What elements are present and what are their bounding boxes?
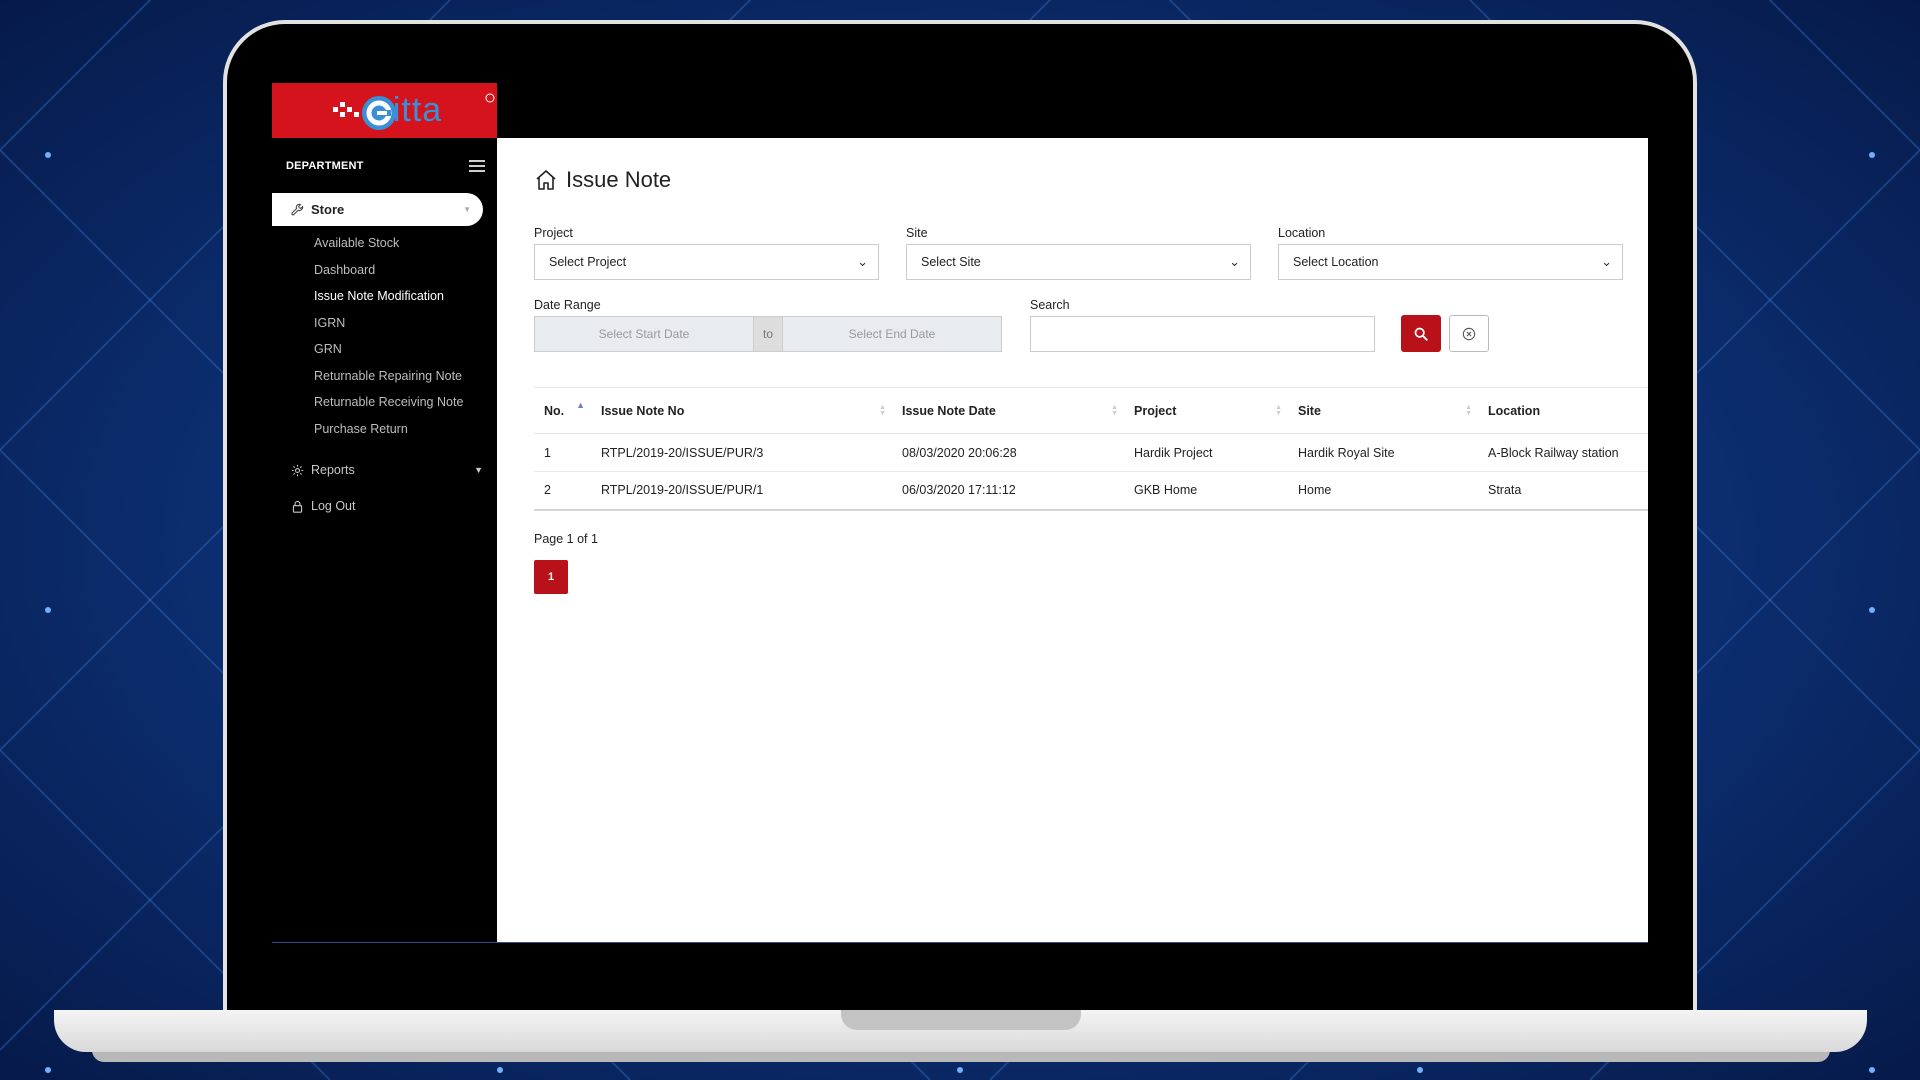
logo-text: itta (392, 91, 443, 129)
home-icon (536, 170, 556, 190)
table-header-row: No. ▲ Issue Note No ▲ ▼ Issue Note Date ▲… (534, 387, 1648, 434)
column-header-label: Location (1488, 403, 1541, 418)
column-header-site[interactable]: Site ▲ ▼ (1288, 387, 1478, 434)
end-date-input[interactable]: Select End Date (783, 317, 1001, 351)
sidebar-item-igrn[interactable]: IGRN (272, 310, 497, 337)
sort-icon: ▲ ▼ (1275, 403, 1282, 417)
table-row[interactable]: 2 RTPL/2019-20/ISSUE/PUR/1 06/03/2020 17… (534, 471, 1648, 511)
table-cell: GKB Home (1124, 471, 1288, 511)
table-row[interactable]: 1 RTPL/2019-20/ISSUE/PUR/3 08/03/2020 20… (534, 433, 1648, 472)
chevron-down-icon: ⌄ (1229, 254, 1240, 269)
sidebar-item-available-stock[interactable]: Available Stock (272, 230, 497, 257)
table-cell: 1 (534, 433, 591, 472)
page-header: Issue Note (534, 167, 671, 193)
table-cell: 08/03/2020 20:06:28 (892, 433, 1124, 472)
pagination-page-button[interactable]: 1 (534, 560, 568, 594)
sidebar-item-purchase-return[interactable]: Purchase Return (272, 416, 497, 443)
column-header-label: Issue Note No (601, 403, 685, 418)
column-header-label: Site (1298, 403, 1321, 418)
table-cell: RTPL/2019-20/ISSUE/PUR/1 (591, 471, 892, 511)
search-button[interactable] (1401, 315, 1441, 352)
table-cell: A-Block Railway station (1478, 433, 1648, 472)
pagination-info: Page 1 of 1 (534, 532, 598, 546)
sidebar-item-store-label: Store (311, 202, 345, 217)
column-header-label: Project (1134, 403, 1177, 418)
table-cell: Strata (1478, 471, 1648, 511)
main-content: Issue Note Project Select Project ⌄ Site… (497, 138, 1648, 943)
table-cell: 2 (534, 471, 591, 511)
page-title: Issue Note (566, 167, 672, 192)
search-input[interactable] (1030, 316, 1375, 352)
sidebar-item-reports-label: Reports (311, 463, 355, 477)
issue-note-table: No. ▲ Issue Note No ▲ ▼ Issue Note Date ▲… (534, 387, 1648, 511)
sort-icon: ▲ ▼ (1111, 403, 1118, 417)
start-date-input[interactable]: Select Start Date (535, 317, 753, 351)
chevron-down-icon: ⌄ (857, 254, 868, 269)
sidebar-item-dashboard[interactable]: Dashboard (272, 257, 497, 284)
search-label: Search (1030, 298, 1070, 312)
sidebar-item-issue-note-modification[interactable]: Issue Note Modification (272, 283, 497, 310)
site-select[interactable]: Select Site ⌄ (906, 244, 1251, 280)
table-cell: 06/03/2020 17:11:12 (892, 471, 1124, 511)
column-header-label: Issue Note Date (902, 403, 996, 418)
site-select-value: Select Site (921, 255, 981, 269)
location-select-value: Select Location (1293, 255, 1379, 269)
sort-icon: ▲ ▼ (879, 403, 886, 417)
table-cell: Home (1288, 471, 1478, 511)
sort-ascending-icon: ▲ (576, 400, 585, 410)
table-cell: Hardik Project (1124, 433, 1288, 472)
date-range-label: Date Range (534, 298, 601, 312)
column-header-label: No. (544, 403, 565, 418)
sidebar-item-returnable-repairing-note[interactable]: Returnable Repairing Note (272, 363, 497, 390)
sidebar-item-returnable-receiving-note[interactable]: Returnable Receiving Note (272, 389, 497, 416)
laptop-notch (841, 1010, 1081, 1030)
gear-icon (291, 464, 304, 476)
sidebar-item-store[interactable]: Store ▼ (272, 193, 483, 226)
screen-bottom-border (272, 942, 1648, 943)
location-label: Location (1278, 226, 1326, 240)
sidebar-item-reports[interactable]: Reports ▼ (272, 452, 497, 488)
date-range-separator: to (753, 317, 783, 351)
column-header-location[interactable]: Location (1478, 387, 1648, 434)
search-icon (1414, 327, 1428, 341)
store-submenu: Available Stock Dashboard Issue Note Mod… (272, 226, 497, 442)
sidebar-item-logout-label: Log Out (311, 499, 356, 513)
app-screen: itta DEPARTMENT Store ▼ Available Stock … (272, 83, 1648, 943)
table-cell: RTPL/2019-20/ISSUE/PUR/3 (591, 433, 892, 472)
lock-icon (292, 500, 303, 513)
site-label: Site (906, 226, 928, 240)
caret-down-icon: ▼ (474, 465, 483, 475)
chevron-down-icon: ▼ (463, 205, 471, 214)
close-circle-icon (1462, 327, 1476, 340)
project-select-value: Select Project (549, 255, 627, 269)
clear-button[interactable] (1449, 315, 1489, 352)
sidebar: itta DEPARTMENT Store ▼ Available Stock … (272, 83, 497, 943)
table-cell: Hardik Royal Site (1288, 433, 1478, 472)
menu-toggle-icon[interactable] (469, 159, 485, 172)
brand-logo[interactable]: itta (272, 83, 497, 138)
project-select[interactable]: Select Project ⌄ (534, 244, 879, 280)
sidebar-item-grn[interactable]: GRN (272, 336, 497, 363)
location-select[interactable]: Select Location ⌄ (1278, 244, 1623, 280)
date-range-picker: Select Start Date to Select End Date (534, 316, 1002, 352)
column-header-issue-note-date[interactable]: Issue Note Date ▲ ▼ (892, 387, 1124, 434)
chevron-down-icon: ⌄ (1601, 254, 1612, 269)
department-label: DEPARTMENT (286, 159, 364, 172)
column-header-project[interactable]: Project ▲ ▼ (1124, 387, 1288, 434)
column-header-issue-note-no[interactable]: Issue Note No ▲ ▼ (591, 387, 892, 434)
column-header-no[interactable]: No. ▲ (534, 387, 591, 434)
department-header: DEPARTMENT (272, 138, 497, 193)
sort-icon: ▲ ▼ (1465, 403, 1472, 417)
project-label: Project (534, 226, 573, 240)
sidebar-item-logout[interactable]: Log Out (272, 488, 497, 524)
wrench-icon (291, 203, 304, 216)
